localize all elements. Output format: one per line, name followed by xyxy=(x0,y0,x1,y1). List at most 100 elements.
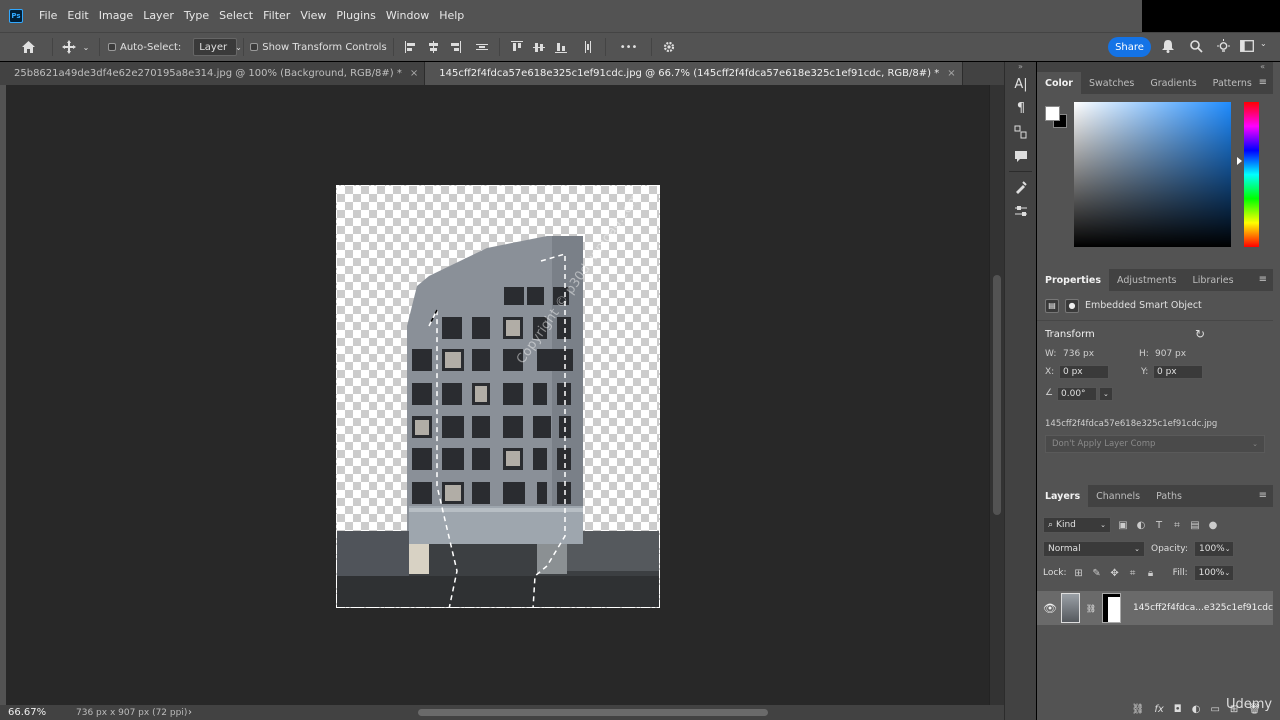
angle-input[interactable]: 0.00° xyxy=(1057,387,1097,401)
x-position-input[interactable]: 0 px xyxy=(1059,365,1109,379)
zoom-level[interactable]: 66.67% xyxy=(0,707,58,718)
checkbox-box[interactable] xyxy=(108,43,116,51)
tab-properties[interactable]: Properties xyxy=(1037,269,1109,291)
add-mask-icon[interactable]: ◘ xyxy=(1174,704,1182,715)
move-tool-icon[interactable] xyxy=(59,40,79,54)
gear-icon[interactable] xyxy=(658,41,680,53)
align-right-edges-icon[interactable] xyxy=(449,41,461,53)
align-top-edges-icon[interactable] xyxy=(510,41,523,53)
menu-type[interactable]: Type xyxy=(179,0,214,32)
search-icon[interactable] xyxy=(1190,40,1203,53)
checkbox-box[interactable] xyxy=(250,43,259,51)
tab-libraries[interactable]: Libraries xyxy=(1185,269,1242,291)
blend-mode-dropdown[interactable]: Normal ⌄ xyxy=(1043,541,1145,557)
menu-window[interactable]: Window xyxy=(381,0,434,32)
collapse-icon[interactable]: » xyxy=(1005,62,1036,72)
tab-gradients[interactable]: Gradients xyxy=(1142,72,1204,94)
lock-artboard-icon[interactable]: ⌗ xyxy=(1127,568,1139,579)
link-layers-icon[interactable]: ⛓︎ xyxy=(1132,704,1145,715)
canvas-horizontal-scrollbar[interactable] xyxy=(200,707,995,718)
brush-settings-icon[interactable] xyxy=(1005,175,1037,199)
lock-transparent-icon[interactable]: ⊞ xyxy=(1073,568,1085,579)
mask-thumbnail[interactable] xyxy=(1102,593,1121,623)
menu-plugins[interactable]: Plugins xyxy=(331,0,380,32)
layer-row[interactable]: 👁︎ ⛓︎ 145cff2f4fdca...e325c1ef91cdc xyxy=(1037,591,1273,625)
tab-swatches[interactable]: Swatches xyxy=(1081,72,1142,94)
status-arrow-icon[interactable]: › xyxy=(188,707,192,718)
auto-select-checkbox[interactable]: Auto-Select: xyxy=(108,42,181,53)
tab-layers[interactable]: Layers xyxy=(1037,485,1089,507)
filter-shape-icon[interactable]: ⌗ xyxy=(1171,520,1183,531)
comments-panel-icon[interactable] xyxy=(1005,144,1037,168)
filter-adjustment-icon[interactable]: ◐ xyxy=(1135,520,1147,531)
filter-smart-object-icon[interactable]: ▤ xyxy=(1189,520,1201,531)
collapse-icon[interactable]: « xyxy=(1037,62,1273,72)
tab-color[interactable]: Color xyxy=(1037,72,1081,94)
hue-slider[interactable] xyxy=(1244,102,1259,247)
tab-adjustments[interactable]: Adjustments xyxy=(1109,269,1185,291)
hue-slider-handle[interactable] xyxy=(1237,157,1242,165)
opacity-input[interactable]: 100% ⌄ xyxy=(1194,541,1234,557)
tab-patterns[interactable]: Patterns xyxy=(1205,72,1260,94)
home-icon[interactable] xyxy=(10,40,46,54)
scroll-thumb[interactable] xyxy=(418,709,768,716)
link-icon[interactable]: ⛓︎ xyxy=(1086,604,1096,613)
menu-image[interactable]: Image xyxy=(94,0,138,32)
menu-view[interactable]: View xyxy=(295,0,331,32)
align-horizontal-centers-icon[interactable] xyxy=(427,41,439,53)
close-icon[interactable]: × xyxy=(410,68,418,79)
paragraph-panel-icon[interactable]: ¶ xyxy=(1005,96,1037,120)
filter-toggle-icon[interactable]: ● xyxy=(1207,520,1219,531)
fx-icon[interactable]: fx xyxy=(1154,704,1163,715)
close-icon[interactable]: × xyxy=(947,68,955,79)
workspace-icon[interactable] xyxy=(1240,40,1254,52)
adjustment-layer-icon[interactable]: ◐ xyxy=(1192,704,1201,715)
canvas-vertical-scrollbar[interactable] xyxy=(989,85,1004,705)
layer-name[interactable]: 145cff2f4fdca...e325c1ef91cdc xyxy=(1133,603,1273,613)
align-vertical-centers-icon[interactable] xyxy=(532,41,545,53)
adjustments-sliders-icon[interactable] xyxy=(1005,199,1037,223)
menu-help[interactable]: Help xyxy=(434,0,469,32)
align-left-edges-icon[interactable] xyxy=(404,41,417,53)
align-bottom-edges-icon[interactable] xyxy=(554,41,567,53)
menu-filter[interactable]: Filter xyxy=(258,0,295,32)
color-picker-field[interactable] xyxy=(1074,102,1231,247)
lock-image-icon[interactable]: ✎ xyxy=(1091,568,1103,579)
auto-select-target-dropdown[interactable]: Layer ⌄ xyxy=(193,38,242,56)
tab-document-1[interactable]: 25b8621a49de3df4e62e270195a8e314.jpg @ 1… xyxy=(0,62,426,85)
panel-scrollbar[interactable] xyxy=(1273,62,1280,720)
share-button[interactable]: Share xyxy=(1108,37,1151,57)
show-transform-controls-checkbox[interactable]: Show Transform Controls xyxy=(250,42,387,53)
lock-position-icon[interactable]: ✥ xyxy=(1109,568,1121,579)
foreground-color-swatch[interactable] xyxy=(1045,106,1060,121)
layer-comp-dropdown[interactable]: Don't Apply Layer Comp ⌄ xyxy=(1045,435,1265,453)
menu-layer[interactable]: Layer xyxy=(138,0,179,32)
workspace-chevron-icon[interactable]: ⌄ xyxy=(1260,39,1267,48)
panel-menu-icon[interactable]: ≡ xyxy=(1259,490,1267,501)
distribute-horizontal-icon[interactable] xyxy=(582,41,594,53)
angle-chevron-icon[interactable]: ⌄ xyxy=(1099,387,1113,401)
menu-select[interactable]: Select xyxy=(214,0,258,32)
fill-input[interactable]: 100% ⌄ xyxy=(1193,565,1234,581)
menu-file[interactable]: File xyxy=(34,0,62,32)
y-position-input[interactable]: 0 px xyxy=(1153,365,1203,379)
reset-transform-icon[interactable]: ↻ xyxy=(1195,327,1205,341)
document-canvas[interactable] xyxy=(336,185,660,608)
tab-paths[interactable]: Paths xyxy=(1148,485,1190,507)
layer-filter-dropdown[interactable]: ⌕ Kind ⌄ xyxy=(1043,517,1111,533)
tab-channels[interactable]: Channels xyxy=(1088,485,1148,507)
panel-menu-icon[interactable]: ≡ xyxy=(1259,274,1267,285)
character-panel-icon[interactable]: A| xyxy=(1005,72,1037,96)
scroll-thumb[interactable] xyxy=(993,275,1001,515)
filter-pixel-icon[interactable]: ▣ xyxy=(1117,520,1129,531)
height-value[interactable]: 907 px xyxy=(1155,349,1186,359)
menu-edit[interactable]: Edit xyxy=(62,0,93,32)
width-value[interactable]: 736 px xyxy=(1063,349,1094,359)
distribute-vertical-icon[interactable] xyxy=(475,41,488,53)
tool-preset-chevron-icon[interactable]: ⌄ xyxy=(79,43,93,52)
eye-icon[interactable]: 👁︎ xyxy=(1043,602,1057,615)
lock-all-icon[interactable]: 🔒︎ xyxy=(1145,568,1157,579)
lightbulb-icon[interactable] xyxy=(1216,39,1231,54)
filter-type-icon[interactable]: T xyxy=(1153,520,1165,531)
tab-document-2[interactable]: 145cff2f4fdca57e618e325c1ef91cdc.jpg @ 6… xyxy=(425,62,963,85)
